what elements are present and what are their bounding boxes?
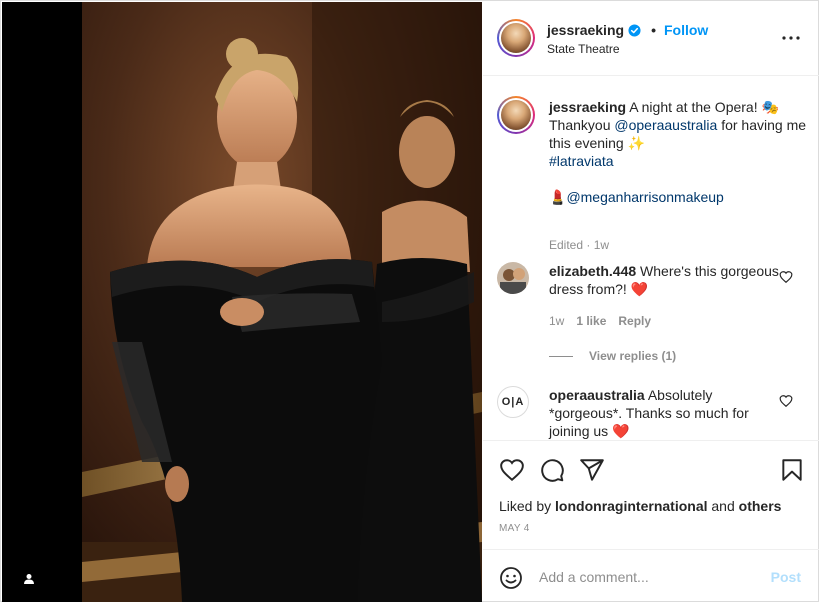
commenter-avatar[interactable]: O|A: [497, 386, 529, 418]
heart-outline-icon[interactable]: [779, 270, 793, 284]
heart-icon[interactable]: [499, 457, 525, 483]
liked-by-user[interactable]: londonraginternational: [555, 498, 707, 514]
caption-thanks: Thankyou: [549, 117, 611, 133]
photo-letterbox: [2, 2, 82, 602]
liked-by-prefix: Liked by: [499, 498, 552, 514]
tagged-users-button[interactable]: [16, 566, 42, 592]
comments-section[interactable]: jessraeking A night at the Opera! 🎭 Than…: [483, 76, 819, 440]
photo-scene: [82, 2, 482, 602]
post-comment-button[interactable]: Post: [771, 569, 801, 585]
comment-likes[interactable]: 1 like: [576, 314, 606, 328]
replies-line: [549, 355, 573, 357]
bookmark-icon[interactable]: [779, 457, 805, 483]
post-header: jessraeking • Follow State Theatre: [483, 2, 819, 76]
photo-illustration: [82, 2, 482, 602]
comment-meta: 1w 1 like Reply: [549, 314, 651, 328]
follow-button[interactable]: Follow: [664, 22, 708, 38]
post-date: MAY 4: [499, 523, 530, 534]
caption-mention-makeup[interactable]: @meganharrisonmakeup: [566, 189, 723, 205]
caption-username[interactable]: jessraeking: [549, 99, 626, 115]
more-options-button[interactable]: [781, 28, 801, 48]
comment-text: operaaustralia Absolutely *gorgeous*. Th…: [549, 386, 781, 440]
post-photo[interactable]: [2, 2, 482, 602]
more-horizontal-icon: [782, 36, 800, 40]
commenter-avatar[interactable]: [497, 262, 529, 294]
comment-text: elizabeth.448 Where's this gorgeous dres…: [549, 262, 781, 298]
heart-outline-icon[interactable]: [779, 394, 793, 408]
caption-mention-opera[interactable]: @operaaustralia: [614, 117, 717, 133]
verified-badge-icon: [628, 23, 641, 37]
caption-hashtag[interactable]: #latraviata: [549, 153, 614, 169]
view-replies-label: View replies (1): [589, 349, 677, 363]
comment-username[interactable]: elizabeth.448: [549, 263, 636, 279]
user-icon: [24, 574, 34, 584]
caption-avatar[interactable]: [497, 96, 535, 134]
view-replies-button[interactable]: View replies (1): [549, 349, 676, 363]
liked-by: Liked by londonraginternational and othe…: [499, 498, 781, 514]
liked-by-and: and: [711, 498, 735, 514]
share-icon[interactable]: [579, 457, 605, 483]
add-comment-bar: Post: [483, 549, 819, 602]
comment-icon[interactable]: [539, 457, 565, 483]
comment-username[interactable]: operaaustralia: [549, 387, 645, 403]
author-username[interactable]: jessraeking: [547, 22, 624, 38]
opera-logo-text: O|A: [501, 396, 525, 408]
header-separator: •: [651, 22, 656, 38]
comment-time: 1w: [549, 314, 565, 328]
reply-button[interactable]: Reply: [618, 314, 651, 328]
liked-by-others[interactable]: others: [739, 498, 782, 514]
emoji-icon[interactable]: [499, 566, 523, 590]
instagram-post: jessraeking • Follow State Theatre jessr…: [0, 0, 819, 602]
caption-text: jessraeking A night at the Opera! 🎭 Than…: [549, 98, 811, 206]
post-actions: Liked by londonraginternational and othe…: [483, 440, 819, 552]
post-location[interactable]: State Theatre: [547, 42, 620, 56]
caption-meta: Edited · 1w: [549, 238, 610, 252]
comment-input[interactable]: [539, 567, 759, 587]
caption-line-1: A night at the Opera! 🎭: [629, 99, 779, 115]
lipstick-emoji: 💄: [549, 189, 567, 205]
post-side-panel: jessraeking • Follow State Theatre jessr…: [483, 2, 819, 602]
author-avatar[interactable]: [497, 19, 535, 57]
